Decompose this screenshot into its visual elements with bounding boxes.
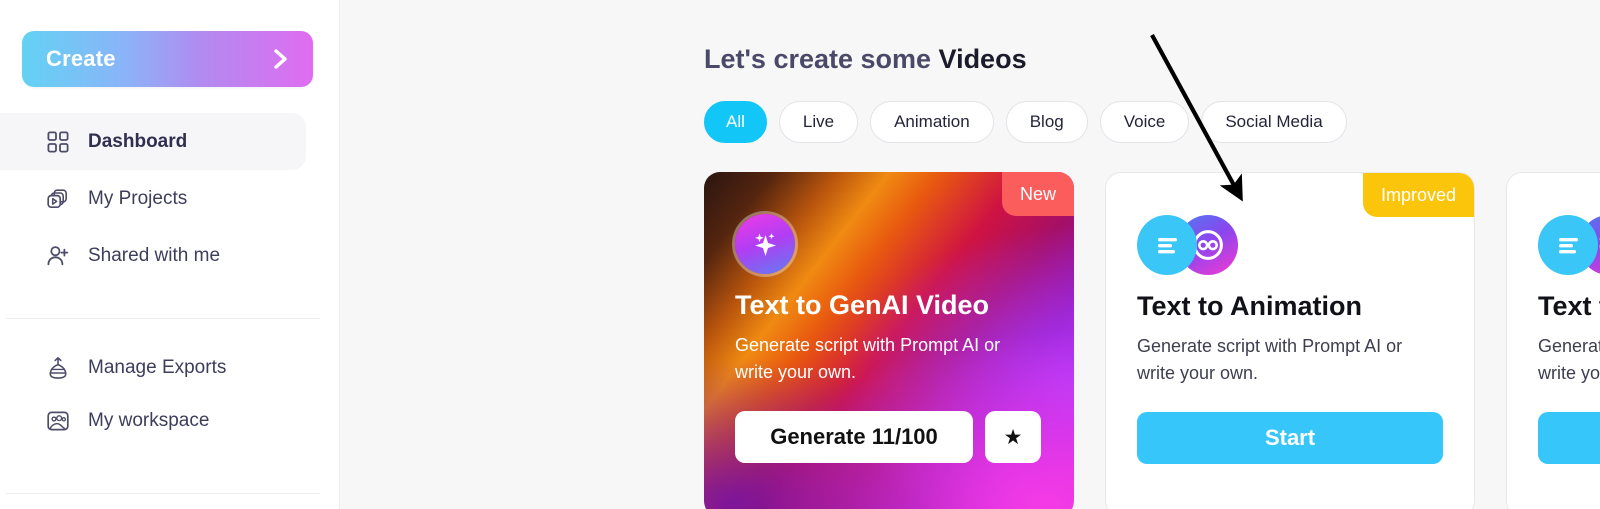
card-action-group: Generate 11/100 ★ <box>735 411 1041 463</box>
app-root: Create Dashboard My Projects Shared with… <box>0 0 1600 509</box>
card-action-group: Start <box>1538 412 1600 464</box>
sidebar-item-dashboard[interactable]: Dashboard <box>0 113 306 170</box>
filter-chip-blog[interactable]: Blog <box>1005 101 1088 143</box>
card-title: Text to GenAI Video <box>735 290 990 320</box>
filter-chip-social-media[interactable]: Social Media <box>1201 101 1347 143</box>
sidebar-item-manage-exports[interactable]: Manage Exports <box>0 341 306 394</box>
card-icon-group <box>1538 215 1600 275</box>
card-description: Generate script with Prompt AI or write … <box>1538 336 1600 383</box>
workspace-icon <box>45 408 71 434</box>
create-button[interactable]: Create <box>22 31 313 87</box>
card-icon-group <box>735 214 795 274</box>
sidebar-divider-top <box>6 318 320 319</box>
sidebar: Create Dashboard My Projects Shared with… <box>0 0 340 509</box>
page-title-emphasis: Videos <box>938 44 1027 74</box>
card-title: Text to Video <box>1538 291 1600 321</box>
card-text-to-video[interactable]: Text to Video Generate script with Promp… <box>1506 172 1600 509</box>
start-button[interactable]: Start <box>1538 412 1600 464</box>
sidebar-nav-secondary: Manage Exports My workspace <box>0 341 340 447</box>
sparkle-icon <box>735 214 795 274</box>
card-grid: New Text to GenAI Video Generate script … <box>704 172 1600 509</box>
text-lines-icon <box>1538 215 1598 275</box>
filter-chip-all[interactable]: All <box>704 101 767 143</box>
filter-chip-live[interactable]: Live <box>778 101 859 143</box>
sidebar-item-shared-with-me[interactable]: Shared with me <box>0 227 306 284</box>
sidebar-item-label: Dashboard <box>88 130 188 152</box>
sidebar-divider-bottom <box>6 493 320 494</box>
card-text-to-animation[interactable]: Improved Text to Animation Generate scri… <box>1105 172 1475 509</box>
filter-chip-animation[interactable]: Animation <box>870 101 994 143</box>
card-text-to-genai-video[interactable]: New Text to GenAI Video Generate script … <box>704 172 1074 509</box>
video-stack-icon <box>45 186 71 212</box>
start-button[interactable]: Start <box>1137 412 1443 464</box>
filter-chip-voice[interactable]: Voice <box>1099 101 1190 143</box>
generate-button[interactable]: Generate 11/100 <box>735 411 973 463</box>
create-button-label: Create <box>46 46 116 71</box>
sidebar-item-my-workspace[interactable]: My workspace <box>0 394 306 447</box>
card-action-group: Start <box>1137 412 1443 464</box>
favorite-button[interactable]: ★ <box>985 411 1041 463</box>
grid-icon <box>45 129 71 155</box>
page-title-prefix: Let's create some <box>704 44 939 74</box>
sidebar-item-label: My workspace <box>88 409 210 431</box>
status-badge: New <box>1001 172 1074 216</box>
card-title: Text to Animation <box>1137 291 1362 321</box>
person-add-icon <box>45 243 71 269</box>
card-description: Generate script with Prompt AI or write … <box>1137 336 1403 383</box>
sidebar-nav-primary: Dashboard My Projects Shared with me <box>0 113 340 284</box>
sidebar-item-label: My Projects <box>88 187 188 209</box>
sidebar-item-label: Manage Exports <box>88 356 227 378</box>
star-icon: ★ <box>1003 425 1023 449</box>
sidebar-item-my-projects[interactable]: My Projects <box>0 170 306 227</box>
export-icon <box>45 355 71 381</box>
filter-chip-group: All Live Animation Blog Voice Social Med… <box>704 101 1347 143</box>
status-badge: Improved <box>1362 173 1474 217</box>
sidebar-item-label: Shared with me <box>88 244 221 266</box>
card-icon-group <box>1137 215 1238 275</box>
chevron-right-icon <box>271 47 291 71</box>
main-content: Let's create some Videos All Live Animat… <box>340 0 1600 509</box>
text-lines-icon <box>1137 215 1197 275</box>
card-description: Generate script with Prompt AI or write … <box>735 335 1001 382</box>
page-title: Let's create some Videos <box>704 44 1027 75</box>
